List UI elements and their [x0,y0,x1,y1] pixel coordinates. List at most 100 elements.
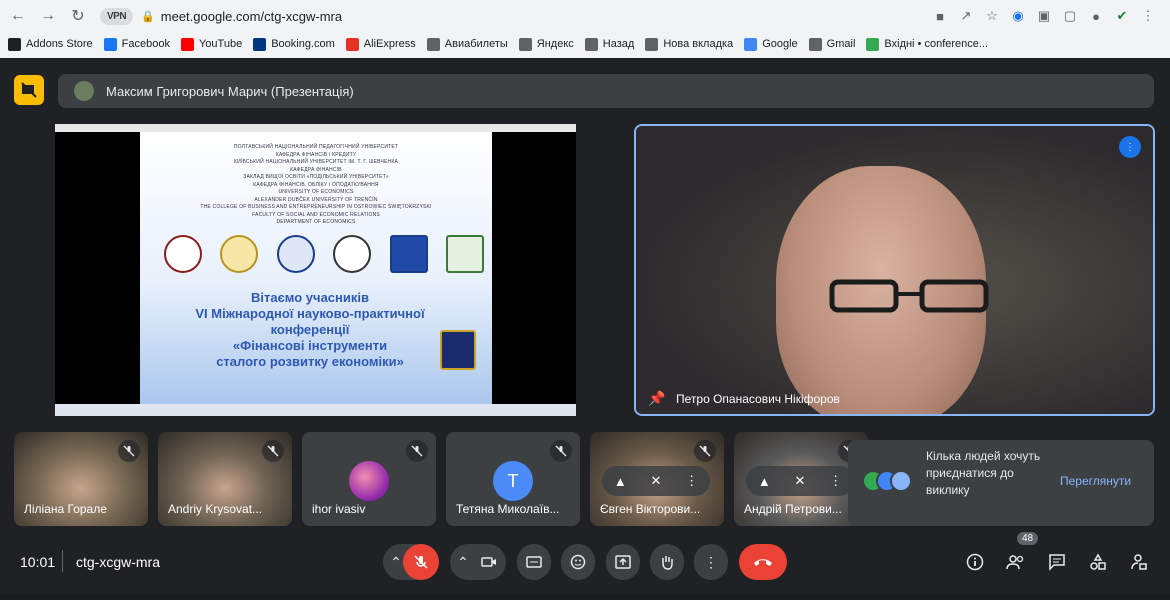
bookmark-item[interactable]: Google [744,37,798,51]
people-icon [1006,555,1024,570]
affiliation-line: THE COLLEGE OF BUSINESS AND ENTREPRENEUR… [200,204,432,210]
mic-off-icon[interactable]: ✕ [794,473,805,489]
mic-muted-icon [406,440,428,462]
affiliation-line: КАФЕДРА ФІНАНСІВ І КРЕДИТУ [275,151,357,158]
back-icon[interactable]: ← [6,4,30,28]
puzzle-icon[interactable]: ▣ [1036,8,1052,24]
captions-button[interactable] [517,544,551,580]
presenter-bar[interactable]: Максим Григорович Марич (Презентація) [58,74,1154,108]
camera-indicator-icon[interactable]: ■ [932,8,948,24]
wbip-logo [389,235,428,273]
present-icon [615,555,631,569]
leave-call-button[interactable] [739,544,787,580]
bookmark-item[interactable]: Facebook [103,37,170,51]
pin-icon[interactable]: ▲ [614,474,627,489]
bookmark-favicon-icon [426,37,440,51]
forward-icon[interactable]: → [36,4,60,28]
tile-controls: ▲ ✕ ⋮ [746,466,854,496]
share-icon[interactable]: ↗ [958,8,974,24]
activities-button[interactable] [1084,548,1112,576]
meeting-details-button[interactable] [961,548,989,576]
vpn-badge[interactable]: VPN [100,7,134,25]
bookmark-item[interactable]: Яндекс [518,37,574,51]
affiliation-line: DEPARTMENT OF ECONOMICS [276,219,356,225]
emoji-button[interactable] [561,544,595,580]
browser-chrome: ← → ↻ VPN 🔒 meet.google.com/ctg-xcgw-mra… [0,0,1170,58]
bookmark-item[interactable]: AliExpress [345,37,416,51]
bookmark-favicon-icon [8,37,21,51]
university-logo [445,235,484,273]
affiliation-line: ПОЛТАВСЬКИЙ НАЦІОНАЛЬНИЙ ПЕДАГОГІЧНИЙ УН… [233,144,399,150]
bookmark-label: Google [762,38,798,50]
bookmark-item[interactable]: Авиабилеты [426,37,508,51]
bookmark-favicon-icon [103,37,117,51]
participant-tile[interactable]: Т Тетяна Миколаїв... [446,432,580,526]
participant-name: Євген Вікторови... [600,502,701,516]
people-button[interactable] [1002,548,1030,576]
present-button[interactable] [606,544,640,580]
meeting-time: 10:01 [20,554,56,570]
bookmark-item[interactable]: Gmail [808,37,855,51]
bookmark-favicon-icon [345,37,359,51]
bookmark-item[interactable]: YouTube [180,37,243,51]
participant-tile[interactable]: Andriy Krysovat... [158,432,292,526]
slide-taskbar [55,404,576,416]
participant-tile[interactable]: ihor ivasiv [302,432,436,526]
speaker-tile[interactable]: 📌 Петро Опанасович Нікіфоров ⋮ [634,124,1155,416]
security-extension-icon[interactable]: ✔ [1114,8,1130,24]
glasses-shape [829,279,989,313]
chat-button[interactable] [1043,548,1071,576]
slide-title-line: «Фінансові інструменти [232,338,388,353]
menu-icon[interactable]: ⋮ [1140,8,1156,24]
hang-up-icon [754,559,772,566]
presentation-muted-icon[interactable] [14,75,44,105]
participant-tile[interactable]: ▲ ✕ ⋮ Євген Вікторови... [590,432,724,526]
hand-icon [662,556,673,570]
bookmark-label: Booking.com [271,38,335,50]
avatar [349,461,389,501]
url-field[interactable]: meet.google.com/ctg-xcgw-mra [161,9,342,24]
raise-hand-button[interactable] [650,544,684,580]
bookmark-item[interactable]: Нова вкладка [645,37,734,51]
mic-off-icon[interactable]: ✕ [650,473,661,489]
bookmark-favicon-icon [645,37,659,51]
affiliation-line: КИЇВСЬКИЙ НАЦІОНАЛЬНИЙ УНІВЕРСИТЕТ ІМ. Т… [234,159,398,165]
host-controls-button[interactable] [1125,548,1153,576]
more-icon[interactable]: ⋮ [829,473,842,489]
captions-icon [526,556,542,568]
bookmark-item[interactable]: Назад [584,37,634,51]
bookmark-label: AliExpress [363,38,416,50]
participant-tile[interactable]: Ліліана Горале [14,432,148,526]
speaker-name: Петро Опанасович Нікіфоров [676,392,840,406]
avatar: Т [493,461,533,501]
bookmark-label: YouTube [198,38,243,50]
slide-title: Вітаємо учасників VI Міжнародної науково-… [160,290,460,370]
reload-icon[interactable]: ↻ [66,4,90,28]
bookmark-item[interactable]: Вхідні • conference... [866,37,988,51]
shield-extension-icon[interactable]: ◉ [1010,8,1026,24]
participant-name: Тетяна Миколаїв... [456,502,560,516]
affiliation-line: ЗАКЛАД ВИЩОЇ ОСВІТИ «ПОДІЛЬСЬКИЙ УНІВЕРС… [243,174,389,180]
bookmark-label: Нова вкладка [663,38,734,50]
lock-icon[interactable]: 🔒 [141,10,155,23]
camera-button[interactable] [472,544,506,580]
mic-muted-icon [550,440,572,462]
university-logo [276,235,315,273]
star-icon[interactable]: ☆ [984,8,1000,24]
os-taskbar [0,594,1170,600]
view-requests-button[interactable]: Переглянути [1060,474,1131,488]
more-icon[interactable]: ⋮ [685,473,698,489]
presentation-tile[interactable]: ПОЛТАВСЬКИЙ НАЦІОНАЛЬНИЙ ПЕДАГОГІЧНИЙ УН… [55,124,576,416]
lock-person-icon [1131,554,1147,570]
bookmark-item[interactable]: Addons Store [8,37,93,51]
bookmark-item[interactable]: Booking.com [253,37,335,51]
logos-row [164,234,484,274]
mic-off-button[interactable] [403,544,439,580]
more-options-button[interactable]: ⋮ [694,544,728,580]
sidepanel-icon[interactable]: ▢ [1062,8,1078,24]
pin-icon[interactable]: ▲ [758,474,771,489]
pin-icon[interactable]: 📌 [648,390,665,407]
profile-icon[interactable]: ● [1088,8,1104,24]
avatar [890,470,912,492]
toolbar-icons: ■ ↗ ☆ ◉ ▣ ▢ ● ✔ ⋮ [932,8,1156,24]
